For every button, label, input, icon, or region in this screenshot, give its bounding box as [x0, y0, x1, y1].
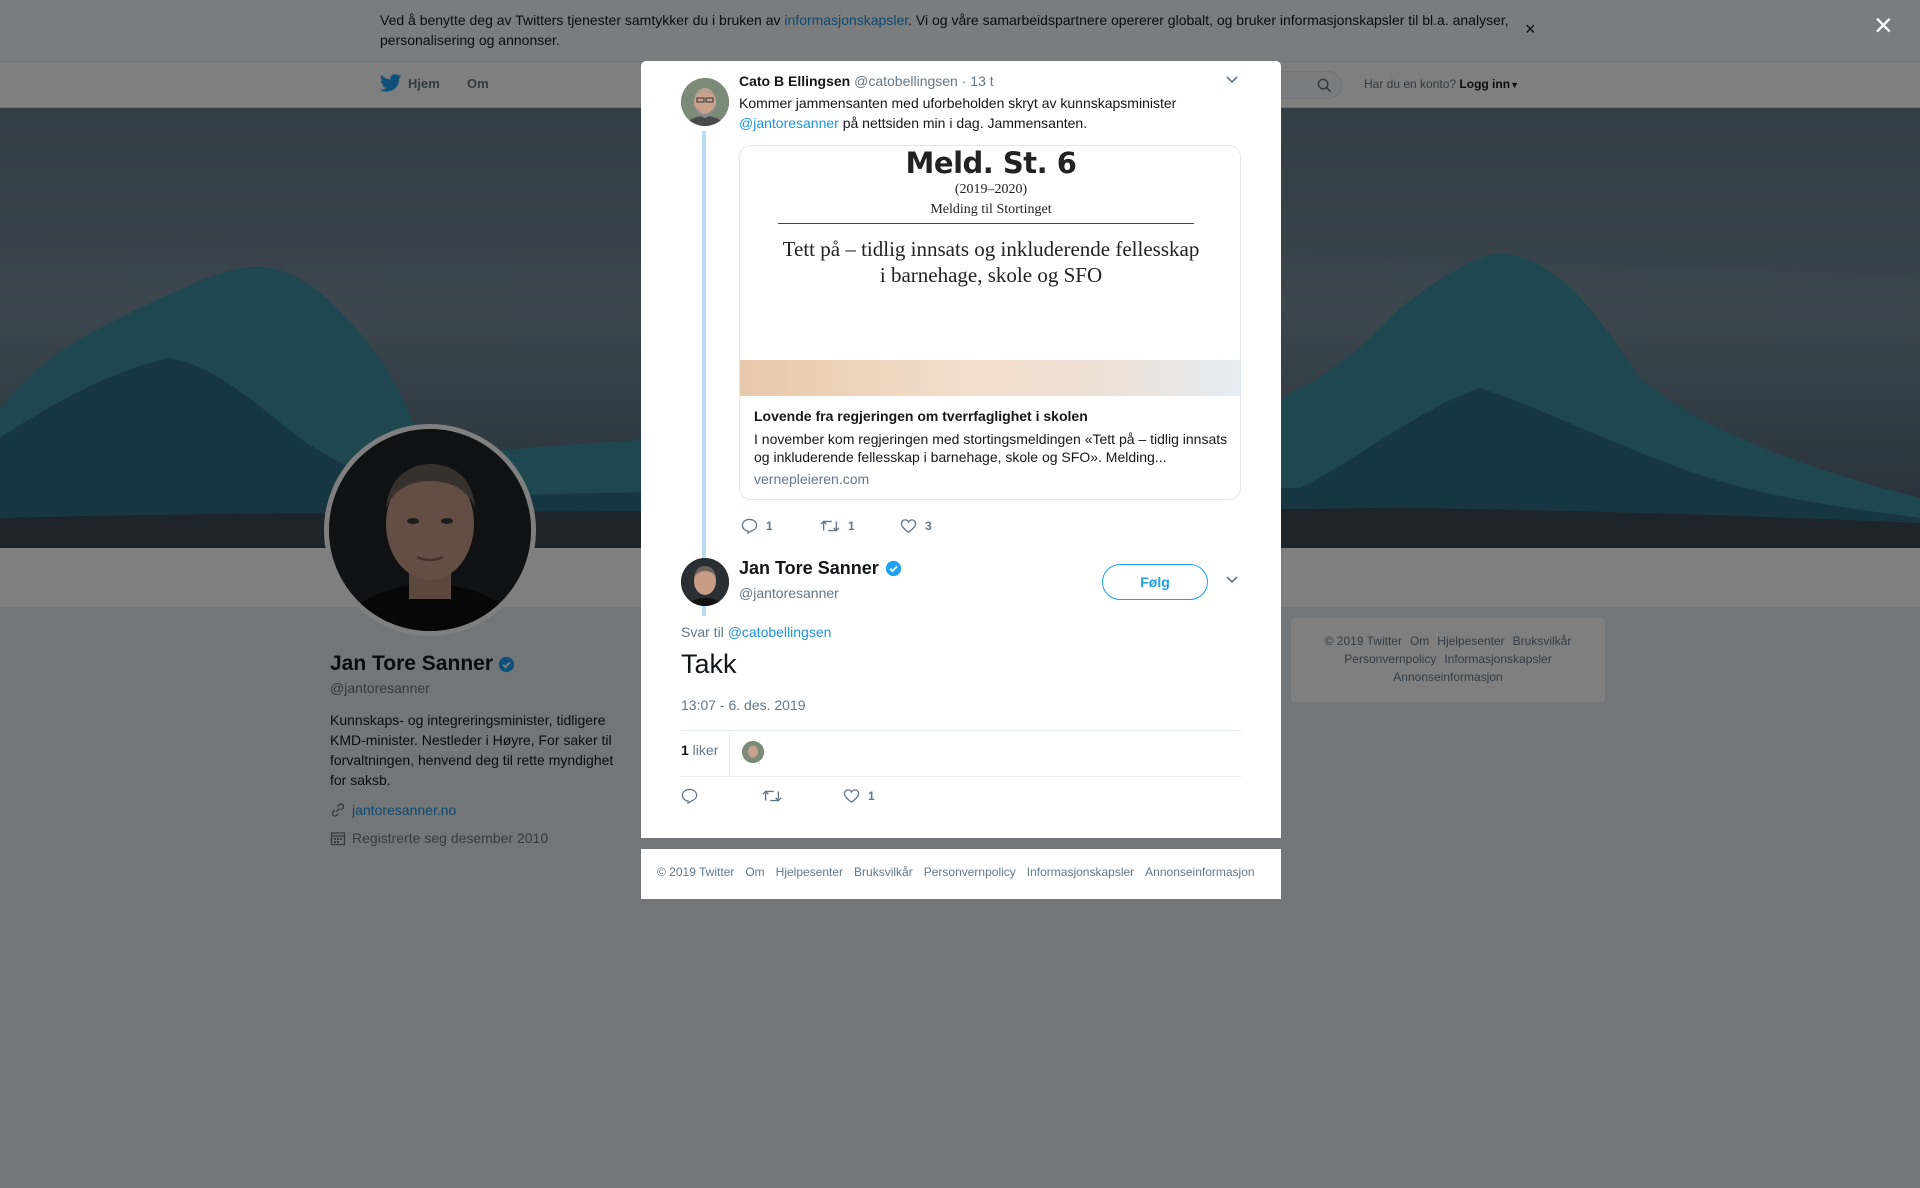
parent-like-button[interactable]: 3 [900, 518, 932, 534]
main-tweet-author-handle[interactable]: @jantoresanner [739, 585, 839, 601]
tweet-modal: Cato B Ellingsen @catobellingsen · 13 t … [641, 61, 1281, 838]
parent-tweet-author-name[interactable]: Cato B Ellingsen [739, 73, 850, 89]
parent-tweet-avatar[interactable] [681, 78, 729, 126]
main-retweet-button[interactable] [762, 788, 782, 804]
modal-footer-privacy[interactable]: Personvernpolicy [924, 865, 1016, 879]
reply-icon [741, 518, 758, 534]
parent-tweet-time[interactable]: · 13 t [962, 73, 994, 89]
parent-tweet-text-after: på nettsiden min i dag. Jammensanten. [838, 115, 1088, 131]
parent-retweet-count: 1 [848, 519, 855, 533]
likes-stat-count: 1 [681, 742, 689, 758]
main-like-button[interactable]: 1 [843, 788, 875, 804]
liker-avatar-photo [742, 741, 764, 763]
parent-avatar-photo [681, 78, 729, 126]
main-reply-button[interactable] [681, 788, 698, 804]
link-card[interactable]: Meld. St. 6 (2019–2020) Melding til Stor… [739, 145, 1241, 500]
main-tweet-avatar[interactable] [681, 558, 729, 606]
stats-divider-top [681, 730, 1241, 731]
stats-vertical-divider [729, 731, 730, 776]
liker-avatar[interactable] [742, 741, 764, 763]
verified-badge-icon [885, 560, 901, 577]
heart-icon [843, 789, 860, 803]
main-tweet-author-name[interactable]: Jan Tore Sanner [739, 558, 879, 579]
link-card-description: I november kom regjeringen med stortings… [754, 431, 1228, 465]
modal-footer-terms[interactable]: Bruksvilkår [854, 865, 913, 879]
stats-divider-bottom [681, 776, 1241, 777]
parent-tweet-author-handle[interactable]: @catobellingsen [854, 73, 958, 89]
link-card-title: Lovende fra regjeringen om tverrfaglighe… [754, 408, 1088, 424]
reply-to-handle[interactable]: @catobellingsen [728, 624, 832, 640]
main-tweet-text: Takk [681, 649, 737, 679]
chevron-down-icon[interactable] [1225, 75, 1239, 85]
parent-tweet-mention[interactable]: @jantoresanner [739, 115, 839, 131]
parent-reply-button[interactable]: 1 [741, 518, 773, 534]
parent-tweet-text: Kommer jammensanten med uforbeholden skr… [739, 93, 1239, 133]
modal-footer-about[interactable]: Om [745, 865, 764, 879]
retweet-icon [762, 790, 782, 802]
card-image-color-band [740, 360, 1240, 396]
modal-footer-cookies[interactable]: Informasjonskapsler [1027, 865, 1134, 879]
heart-icon [900, 519, 917, 533]
likes-stat[interactable]: 1 liker [681, 742, 718, 758]
parent-like-count: 3 [925, 519, 932, 533]
parent-tweet-header: Cato B Ellingsen @catobellingsen · 13 t [739, 73, 994, 89]
card-image-main-text: Tett på – tidlig innsats og inkluderende… [782, 237, 1200, 287]
card-image-years: (2019–2020) [954, 182, 1028, 197]
chevron-down-icon[interactable] [1225, 575, 1239, 585]
card-image-rule [778, 223, 1194, 224]
reply-icon [681, 788, 698, 804]
parent-retweet-button[interactable]: 1 [820, 518, 855, 534]
link-card-domain: vernepleieren.com [754, 471, 870, 487]
parent-tweet-text-before: Kommer jammensanten med uforbeholden skr… [739, 95, 1177, 111]
modal-footer: © 2019 Twitter Om Hjelpesenter Bruksvilkår P… [641, 849, 1281, 899]
retweet-icon [820, 520, 840, 532]
modal-footer-ads-info[interactable]: Annonseinformasjon [1145, 865, 1254, 879]
reply-to-line: Svar til @catobellingsen [681, 624, 831, 640]
reply-to-prefix: Svar til [681, 624, 728, 640]
main-avatar-photo [681, 558, 729, 606]
modal-footer-help[interactable]: Hjelpesenter [776, 865, 843, 879]
thread-connector-line [702, 131, 706, 616]
link-card-image: Meld. St. 6 (2019–2020) Melding til Stor… [740, 146, 1240, 396]
parent-reply-count: 1 [766, 519, 773, 533]
likes-stat-word: liker [688, 742, 719, 758]
modal-footer-copyright: © 2019 Twitter [657, 865, 735, 879]
close-icon[interactable]: × [1874, 9, 1893, 41]
card-image-subtitle: Melding til Stortinget [930, 202, 1052, 217]
main-tweet-header: Jan Tore Sanner [739, 558, 902, 579]
follow-button[interactable]: Følg [1102, 564, 1208, 600]
card-image-title: Meld. St. 6 [905, 146, 1077, 180]
main-tweet-timestamp[interactable]: 13:07 - 6. des. 2019 [681, 697, 806, 713]
main-like-count: 1 [868, 789, 875, 803]
